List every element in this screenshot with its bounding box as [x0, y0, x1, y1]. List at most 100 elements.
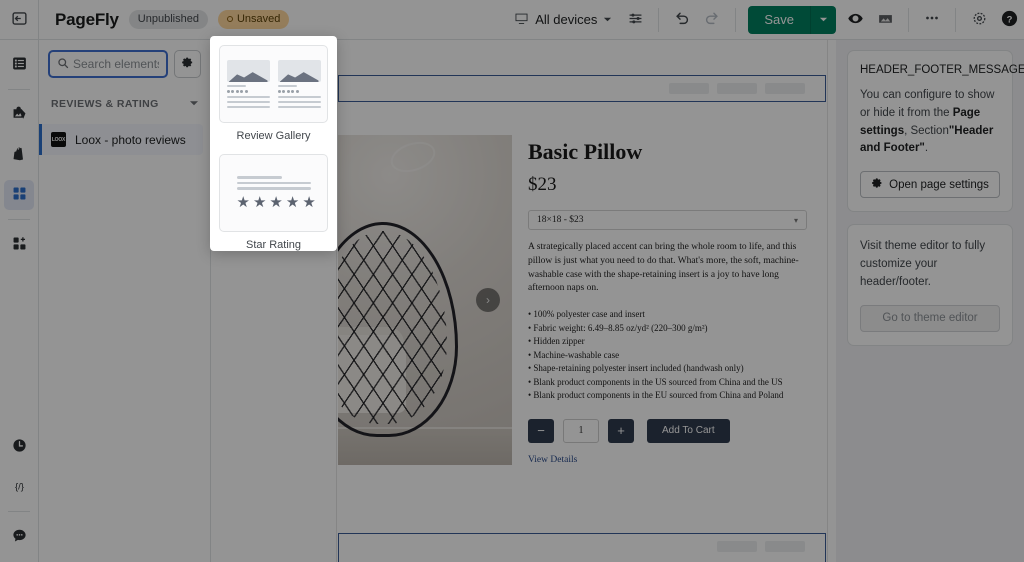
product-feature-list: 100% polyester case and insert Fabric we… [528, 308, 807, 403]
undo-button[interactable] [667, 5, 697, 35]
star-rating-card[interactable]: ★ ★ ★ ★ ★ [219, 154, 328, 232]
chevron-down-icon [819, 12, 828, 27]
toolbar-divider-2 [735, 7, 737, 32]
footer-section-placeholder[interactable] [338, 533, 826, 562]
quantity-increase-button[interactable]: + [608, 418, 634, 443]
undo-icon [673, 9, 691, 30]
top-bar-right-group: All devices Save ? [506, 0, 1024, 39]
save-group: Save [748, 5, 836, 34]
thumb-column [226, 60, 270, 108]
status-badge-unsaved: Unsaved [217, 10, 290, 29]
add-to-cart-button[interactable]: Add To Cart [647, 418, 730, 443]
next-image-button[interactable]: › [476, 288, 500, 312]
ellipsis-icon [923, 9, 941, 30]
thumb-line [226, 106, 270, 108]
save-dropdown-button[interactable] [810, 5, 836, 34]
device-selector-label: All devices [535, 12, 598, 27]
thumb-image [277, 60, 321, 82]
save-button[interactable]: Save [748, 5, 810, 34]
editor-settings-button[interactable] [964, 5, 994, 35]
display-settings-button[interactable] [620, 5, 650, 35]
element-item-loox-photo-reviews[interactable]: LOOX Loox - photo reviews [39, 124, 203, 155]
redo-icon [703, 9, 721, 30]
product-image[interactable]: › [338, 135, 512, 465]
product-info: Basic Pillow $23 18×18 - $23 ▾ A strateg… [512, 135, 827, 465]
open-page-settings-button[interactable]: Open page settings [860, 171, 1000, 199]
add-to-cart-row: − + Add To Cart [528, 418, 807, 443]
card-description: You can configure to show or hide it fro… [860, 87, 1000, 158]
thumb-line [236, 187, 311, 190]
screenshot-button[interactable] [870, 5, 900, 35]
elements-panel: REVIEWS & RATING LOOX Loox - photo revie… [39, 40, 211, 562]
gear-icon [871, 177, 883, 192]
eye-icon [847, 10, 864, 30]
more-options-button[interactable] [917, 5, 947, 35]
elements-settings-button[interactable] [174, 50, 201, 78]
rail-divider-3 [8, 511, 30, 512]
thumb-line [277, 96, 321, 98]
gear-icon [971, 10, 988, 30]
sidebar-item-add-section[interactable] [4, 230, 34, 260]
help-button[interactable]: ? [994, 5, 1024, 35]
star-icon: ★ [285, 193, 300, 211]
thumb-line [277, 106, 321, 108]
grid-icon [11, 185, 28, 205]
card-text-part-2: , Section [904, 124, 949, 137]
wall-decoration [386, 136, 440, 178]
sidebar-item-layers[interactable] [4, 50, 34, 80]
chat-icon [11, 527, 28, 547]
open-page-settings-label: Open page settings [889, 178, 989, 191]
view-details-link[interactable]: View Details [528, 455, 577, 465]
placeholder-block [669, 83, 709, 94]
search-container[interactable] [48, 50, 168, 78]
rail-divider-2 [8, 219, 30, 220]
go-to-theme-editor-button[interactable]: Go to theme editor [860, 304, 1000, 332]
sidebar-item-shopify[interactable] [4, 140, 34, 170]
rail-divider-1 [8, 89, 30, 90]
exit-icon [11, 10, 28, 30]
grid-plus-icon [11, 235, 28, 255]
toolbar-divider-3 [908, 7, 909, 32]
unsaved-label: Unsaved [236, 13, 281, 25]
svg-text:{/}: {/} [15, 481, 24, 492]
chevron-down-icon [189, 96, 199, 111]
elements-panel-search-row [39, 40, 210, 87]
sidebar-item-elements[interactable] [4, 180, 34, 210]
review-gallery-thumb [226, 60, 321, 108]
sidebar-item-media[interactable] [4, 100, 34, 130]
thumb-line [226, 101, 270, 103]
sidebar-item-custom-code[interactable]: {/} [4, 472, 34, 502]
help-icon: ? [1000, 9, 1019, 31]
clock-icon [11, 437, 28, 457]
product-title: Basic Pillow [528, 139, 643, 164]
placeholder-block [765, 541, 805, 552]
preview-button[interactable] [840, 5, 870, 35]
category-header-reviews-rating[interactable]: REVIEWS & RATING [39, 87, 210, 120]
top-bar: PageFly Unpublished Unsaved All devices [0, 0, 1024, 40]
star-icon: ★ [236, 193, 250, 211]
page-frame: › Basic Pillow $23 18×18 - $23 ▾ A strat… [336, 40, 828, 562]
thumb-line [226, 85, 247, 87]
review-gallery-card[interactable] [219, 45, 328, 123]
variant-select[interactable]: 18×18 - $23 ▾ [528, 210, 807, 230]
sidebar-item-history[interactable] [4, 432, 34, 462]
card-title: HEADER_FOOTER_MESSAGE_0 [860, 64, 1024, 76]
header-section-placeholder[interactable] [338, 75, 826, 102]
shopify-bag-icon [11, 145, 28, 165]
list-item: Fabric weight: 6.49–8.85 oz/yd² (220–300… [528, 322, 807, 336]
device-selector[interactable]: All devices [506, 6, 620, 34]
redo-button[interactable] [697, 5, 727, 35]
product-description: A strategically placed accent can bring … [528, 242, 799, 294]
thumb-rating-dots [277, 90, 321, 93]
thumb-line [277, 101, 321, 103]
placeholder-block [765, 83, 805, 94]
image-icon [877, 10, 894, 30]
element-variant-flyout: Review Gallery ★ ★ ★ ★ ★ Star Rating [210, 36, 337, 251]
sidebar-item-chat-support[interactable] [4, 522, 34, 552]
quantity-decrease-button[interactable]: − [528, 418, 554, 443]
exit-editor-button[interactable] [0, 0, 39, 39]
thumb-line [236, 176, 283, 179]
quantity-input[interactable] [563, 418, 599, 443]
search-input[interactable] [73, 57, 159, 71]
placeholder-block [717, 83, 757, 94]
